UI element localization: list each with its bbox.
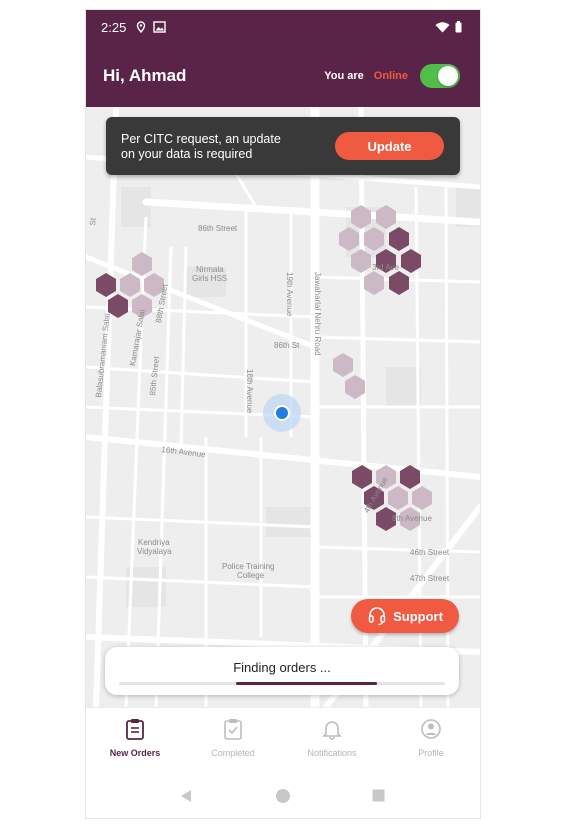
bell-icon [322, 721, 342, 740]
online-toggle[interactable] [420, 64, 460, 88]
support-label: Support [393, 608, 443, 624]
image-icon [153, 21, 166, 33]
map-label: 3rd Ave [372, 263, 399, 272]
map-label: 86th Street [198, 224, 238, 233]
nav-label: Notifications [307, 748, 357, 758]
bottom-nav: New Orders Completed Notifications Profi… [86, 707, 480, 774]
finding-orders-text: Finding orders ... [233, 660, 331, 675]
back-icon[interactable] [180, 789, 192, 803]
online-status: You are Online [324, 64, 460, 88]
nav-label: New Orders [109, 748, 161, 758]
nav-new-orders[interactable]: New Orders [86, 718, 184, 758]
home-icon[interactable] [275, 788, 291, 804]
toggle-knob [438, 66, 458, 86]
nav-notifications[interactable]: Notifications [283, 718, 381, 758]
search-progress-track [119, 682, 445, 685]
nav-completed[interactable]: Completed [184, 718, 282, 758]
map-label: St [88, 217, 98, 226]
clipboard-icon [126, 719, 144, 740]
system-nav-bar [86, 773, 480, 818]
current-location-dot [274, 405, 290, 421]
map-label: Police Training [222, 562, 275, 571]
phone-screen: 2:25 Hi, Ahmad You are Online 86th Stree… [86, 10, 480, 818]
update-banner: Per CITC request, an update on your data… [106, 117, 460, 175]
map-label: 19th Avenue [285, 272, 294, 317]
map-label: Nirmala [196, 265, 224, 274]
map-label: Kendriya [138, 538, 170, 547]
wifi-icon [435, 22, 450, 33]
map-label: 46th Street [410, 548, 450, 557]
status-prefix: You are [324, 70, 364, 82]
map-label: Girls HSS [192, 274, 228, 283]
map-label: 8th Avenue [392, 514, 432, 523]
nav-label: Profile [418, 748, 444, 758]
banner-line-2: on your data is required [121, 147, 253, 161]
battery-icon [455, 21, 462, 33]
greeting: Hi, Ahmad [103, 66, 187, 85]
user-circle-icon [421, 719, 441, 739]
map-label: 18th Avenue [245, 369, 254, 414]
map-label: College [237, 571, 265, 580]
map-label: Vidyalaya [137, 547, 172, 556]
nav-label: Completed [211, 748, 255, 758]
support-button[interactable]: Support [351, 599, 459, 633]
headset-icon [368, 607, 386, 626]
nav-profile[interactable]: Profile [382, 718, 480, 758]
clipboard-check-icon [224, 719, 242, 740]
map-label: 47th Street [410, 574, 450, 583]
finding-orders-card: Finding orders ... [105, 647, 459, 695]
status-time: 2:25 [101, 20, 127, 35]
update-button[interactable]: Update [335, 132, 444, 160]
recents-icon[interactable] [372, 789, 385, 802]
banner-line-1: Per CITC request, an update [121, 132, 281, 146]
banner-message: Per CITC request, an update on your data… [121, 132, 321, 162]
search-progress-fill [236, 682, 377, 685]
map-label: Jawaharlal Nehru Road [313, 272, 322, 356]
map-label: 86th St [274, 341, 300, 350]
location-icon [136, 21, 146, 33]
status-value: Online [373, 70, 408, 82]
app-header: Hi, Ahmad You are Online [86, 44, 480, 107]
status-bar: 2:25 [86, 10, 480, 44]
